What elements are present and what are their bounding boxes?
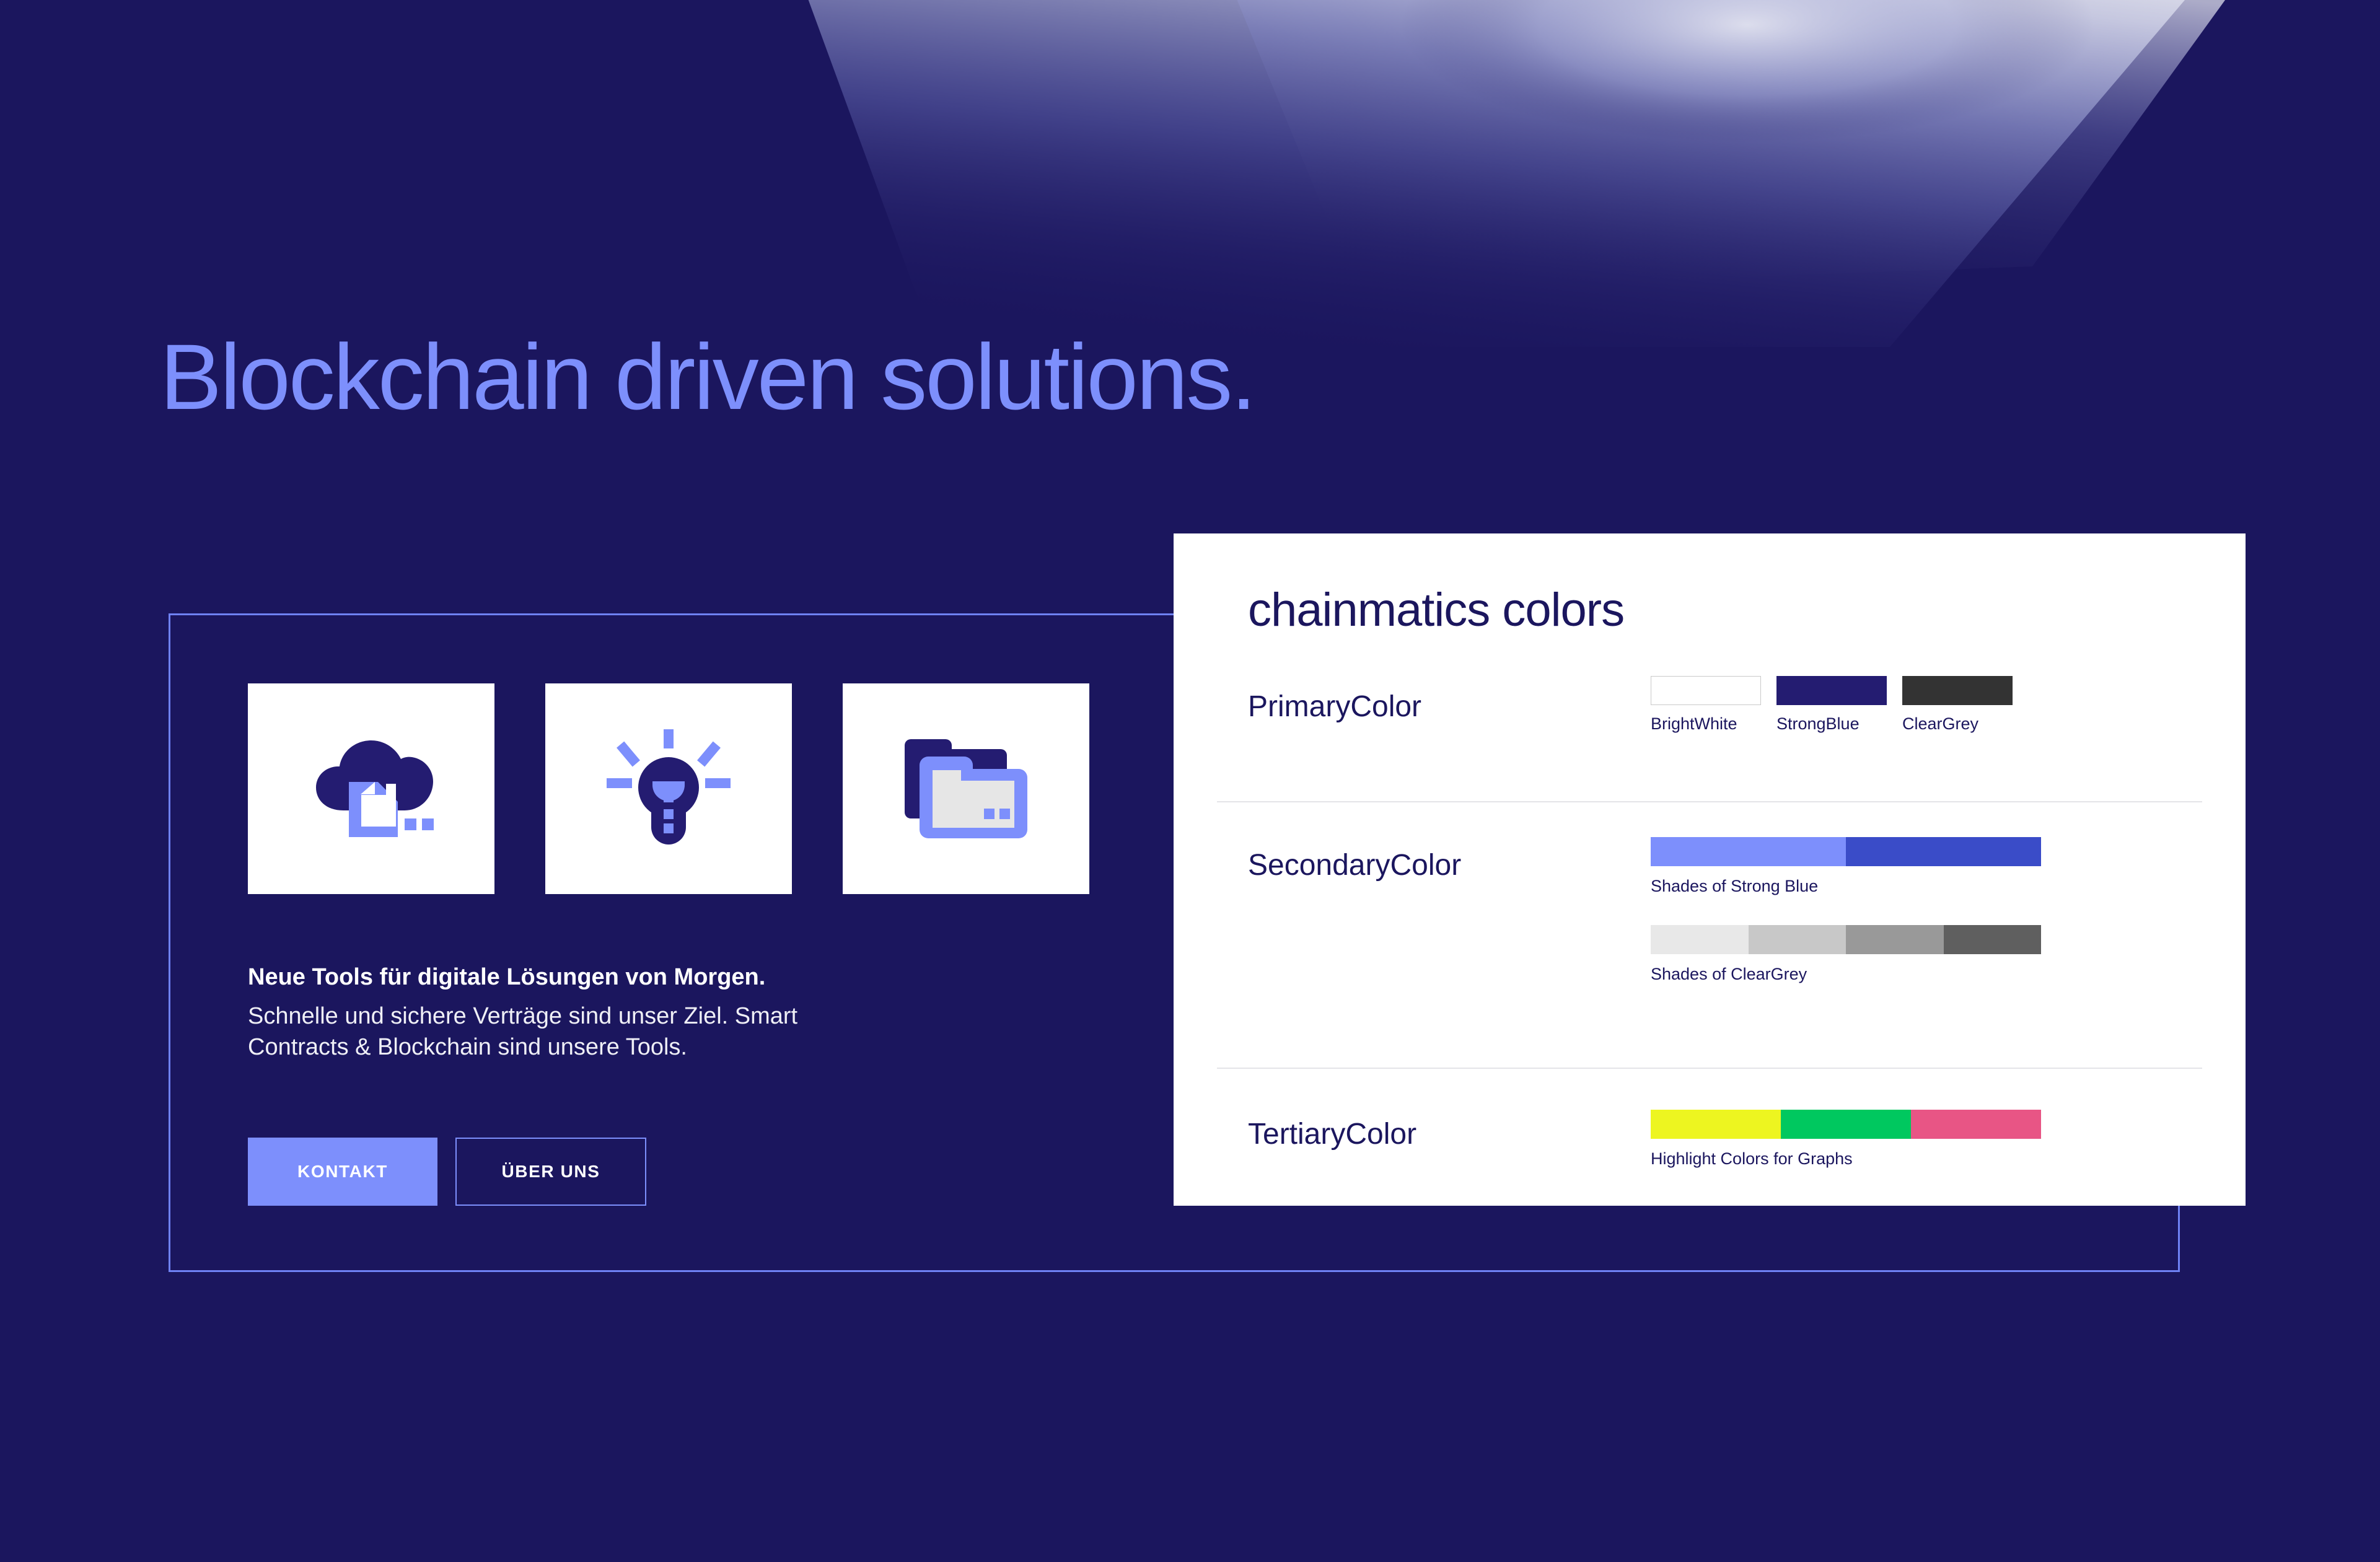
color-panel-title: chainmatics colors xyxy=(1248,584,1625,636)
cta-button-row: KONTAKT ÜBER UNS xyxy=(248,1138,646,1206)
color-row-secondary: SecondaryColor Shades of Strong Blue Sha… xyxy=(1217,837,2202,984)
swatch-caption-strongblue: StrongBlue xyxy=(1776,714,1860,733)
feature-card-idea[interactable] xyxy=(545,683,792,894)
bar-segment-1 xyxy=(1846,837,2041,866)
bar-segment-1 xyxy=(1748,925,1846,954)
cloud-document-icon xyxy=(307,739,435,838)
color-row-label-primary: PrimaryColor xyxy=(1248,690,1422,723)
bar-segment-1 xyxy=(1781,1110,1911,1139)
swatch-chip-strongblue xyxy=(1776,676,1887,705)
bar-segment-2 xyxy=(1911,1110,2041,1139)
copy-heading: Neue Tools für digitale Lösungen von Mor… xyxy=(248,964,766,990)
bar-caption-highlight: Highlight Colors for Graphs xyxy=(1651,1149,1853,1168)
swatch-item-cleargrey[interactable]: ClearGrey xyxy=(1902,676,2013,734)
bar-segment-0 xyxy=(1651,1110,1781,1139)
bar-segment-0 xyxy=(1651,925,1749,954)
swatch-item-strongblue[interactable]: StrongBlue xyxy=(1776,676,1887,734)
bar-segment-3 xyxy=(1943,925,2041,954)
ueber-uns-button[interactable]: ÜBER UNS xyxy=(455,1138,646,1206)
swatch-caption-cleargrey: ClearGrey xyxy=(1902,714,1979,733)
feature-card-cloud[interactable] xyxy=(248,683,494,894)
color-palette-panel: chainmatics colors PrimaryColor BrightWh… xyxy=(1174,533,2246,1206)
swatch-item-brightwhite[interactable]: BrightWhite xyxy=(1651,676,1761,734)
swatch-chip-cleargrey xyxy=(1902,676,2013,705)
bar-segment-2 xyxy=(1846,925,1944,954)
panel-divider-2 xyxy=(1217,1068,2202,1069)
swatch-chip-brightwhite xyxy=(1651,676,1761,705)
bar-group-strong-blue[interactable]: Shades of Strong Blue xyxy=(1651,837,2202,896)
gradient-bar-strong-blue xyxy=(1651,837,2041,866)
kontakt-button[interactable]: KONTAKT xyxy=(248,1138,437,1206)
bar-caption-cleargrey: Shades of ClearGrey xyxy=(1651,965,1807,983)
page-title: Blockchain driven solutions. xyxy=(160,325,1257,429)
bar-group-cleargrey[interactable]: Shades of ClearGrey xyxy=(1651,925,2202,984)
color-row-label-secondary: SecondaryColor xyxy=(1248,849,1462,882)
feature-card-row xyxy=(248,683,1089,894)
hero-copy-block: Neue Tools für digitale Lösungen von Mor… xyxy=(248,962,843,1063)
folders-stack-icon xyxy=(905,739,1027,838)
tertiary-bar-area: Highlight Colors for Graphs xyxy=(1651,1110,2202,1169)
gradient-bar-cleargrey xyxy=(1651,925,2041,954)
feature-card-folders[interactable] xyxy=(843,683,1089,894)
decorative-light-beam xyxy=(0,0,2380,347)
primary-swatch-area: BrightWhite StrongBlue ClearGrey xyxy=(1651,676,2202,734)
lightbulb-idea-icon xyxy=(607,728,731,849)
secondary-bar-area: Shades of Strong Blue Shades of ClearGre… xyxy=(1651,837,2202,984)
copy-body-line-1: Schnelle und sichere Verträge sind unser… xyxy=(248,1003,798,1030)
bar-caption-strong-blue: Shades of Strong Blue xyxy=(1651,877,1819,895)
color-row-tertiary: TertiaryColor Highlight Colors for Graph… xyxy=(1217,1110,2202,1169)
panel-divider-1 xyxy=(1217,801,2202,802)
bar-group-highlight[interactable]: Highlight Colors for Graphs xyxy=(1651,1110,2202,1169)
copy-body-line-2: Contracts & Blockchain sind unsere Tools… xyxy=(248,1034,687,1061)
copy-body: Schnelle und sichere Verträge sind unser… xyxy=(248,1001,843,1063)
bar-segment-0 xyxy=(1651,837,1846,866)
color-row-primary: PrimaryColor BrightWhite StrongBlue Clea… xyxy=(1217,676,2202,734)
gradient-bar-highlight xyxy=(1651,1110,2041,1139)
color-row-label-tertiary: TertiaryColor xyxy=(1248,1118,1417,1151)
swatch-caption-brightwhite: BrightWhite xyxy=(1651,714,1737,733)
light-beam-graphic xyxy=(0,0,2380,347)
